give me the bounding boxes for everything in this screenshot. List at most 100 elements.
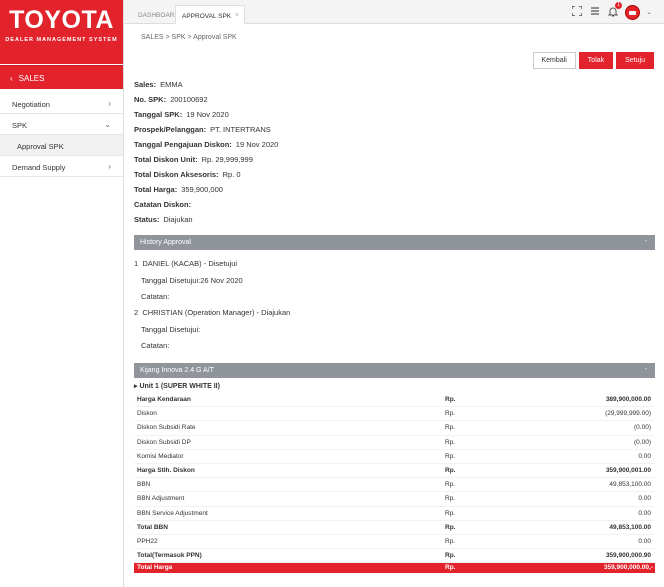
- table-row: Harga Stlh. Diskon Rp. 359,900,001.00: [134, 464, 655, 479]
- table-row: Total BBN Rp. 49,853,100.00: [134, 521, 655, 535]
- cell-text: Total Harga: [137, 564, 173, 572]
- cell-text: BBN Service Adjustment: [137, 509, 208, 517]
- cell-text: Total(Termasuk PPN): [137, 552, 202, 560]
- sidebar-item-negotiation[interactable]: Negotiation ›: [0, 93, 123, 114]
- chevron-left-icon: ‹: [10, 74, 13, 83]
- sidebar-item-label: Approval SPK: [17, 142, 64, 151]
- history-entry: 2 CHRISTIAN (Operation Manager) - Diajuk…: [134, 305, 290, 353]
- cell-text: Diajukan: [163, 215, 193, 224]
- sidebar-item-label: Demand Supply: [12, 163, 66, 172]
- cell-text: 0.00: [638, 495, 651, 503]
- table-row: PPH22 Rp. 0.00: [134, 535, 655, 550]
- notification-badge: 1: [615, 2, 623, 9]
- cell-text: Rp.: [445, 509, 456, 517]
- detail-row: Tanggal Pengajuan Diskon: 19 Nov 2020: [134, 137, 278, 152]
- approve-button[interactable]: Setuju: [616, 52, 654, 69]
- cell-text: DANIEL (KACAB) - Disetujui: [142, 259, 238, 268]
- cell-text: Rp.: [445, 424, 456, 432]
- cell-text: PPH22: [137, 537, 158, 545]
- sidebar: TOYOTA DEALER MANAGEMENT SYSTEM ‹ SALES N…: [0, 0, 124, 587]
- sidebar-item-approval-spk[interactable]: Approval SPK: [0, 135, 123, 156]
- cell-text: CHRISTIAN (Operation Manager) - Diajukan: [142, 308, 291, 317]
- cell-text: Rp.: [445, 564, 456, 572]
- cell-text: 0.00: [638, 452, 651, 460]
- table-row: Diskon Rp. (29,999,999.00): [134, 407, 655, 422]
- detail-row: No. SPK: 200100692: [134, 92, 278, 107]
- detail-row: Sales: EMMA: [134, 77, 278, 92]
- back-button[interactable]: Kembali: [532, 52, 576, 69]
- cell-text: Diskon: [137, 410, 157, 418]
- panel-title: History Approval: [140, 239, 191, 246]
- cell-text: Tanggal SPK:: [134, 110, 183, 119]
- user-avatar[interactable]: [625, 4, 641, 20]
- table-row: Diskon Subsidi Rate Rp. (0.00): [134, 421, 655, 436]
- cell-text: Rp. 29,999,999: [201, 155, 253, 164]
- cell-text: Rp.: [445, 481, 456, 489]
- cell-text: Rp. 0: [222, 170, 241, 179]
- cell-text: 389,900,000.00: [605, 396, 651, 403]
- history-approval-header[interactable]: History Approval -: [134, 235, 655, 250]
- panel-title: Kijang Innova 2.4 G A/T: [140, 367, 214, 374]
- menu-icon[interactable]: [589, 6, 601, 18]
- detail-row: Total Diskon Unit: Rp. 29,999,999: [134, 152, 278, 167]
- table-row: BBN Service Adjustment Rp. 0.00: [134, 507, 655, 521]
- table-row: Harga Kendaraan Rp. 389,900,000.00: [134, 393, 655, 408]
- cell-text: Rp.: [445, 523, 456, 531]
- spk-details: Sales: EMMA No. SPK: 200100692 Tanggal SPK…: [134, 77, 278, 227]
- sidebar-item-label: Negotiation: [12, 100, 50, 109]
- history-entry: 1 DANIEL (KACAB) - Disetujui Tanggal Dis…: [134, 256, 243, 304]
- cell-text: 0.00: [638, 537, 651, 545]
- cell-text: (29,999,999.00): [605, 410, 651, 418]
- collapse-icon[interactable]: -: [645, 238, 647, 245]
- table-row: BBN Adjustment Rp. 0.00: [134, 492, 655, 507]
- fullscreen-icon[interactable]: [571, 5, 583, 18]
- cell-text: Catatan:: [141, 341, 170, 350]
- cell-text: Rp.: [445, 495, 456, 503]
- cell-text: BBN Adjustment: [137, 495, 185, 503]
- chevron-down-icon[interactable]: ⌄: [646, 8, 652, 16]
- tab-label: APPROVAL SPK: [182, 13, 232, 20]
- detail-row: Catatan Diskon:: [134, 197, 278, 212]
- cell-text: Catatan:: [141, 292, 170, 301]
- table-row: Total(Termasuk PPN) Rp. 359,900,000.90: [134, 549, 655, 564]
- cell-text: Catatan Diskon:: [134, 200, 192, 209]
- close-icon[interactable]: ×: [235, 12, 239, 19]
- cell-text: Prospek/Pelanggan:: [134, 125, 207, 134]
- cell-text: (0.00): [634, 438, 651, 446]
- cell-text: Rp.: [445, 410, 456, 418]
- cell-text: Total BBN: [137, 523, 168, 531]
- unit-toggle[interactable]: ▸ Unit 1 (SUPER WHITE II): [134, 382, 220, 390]
- chevron-right-icon: ›: [108, 99, 111, 108]
- bell-icon[interactable]: 1: [607, 2, 623, 18]
- sidebar-section-sales[interactable]: ‹ SALES: [0, 65, 123, 89]
- sidebar-section-label: SALES: [18, 74, 45, 83]
- sidebar-item-spk[interactable]: SPK ⌄: [0, 114, 123, 135]
- cell-text: PT. INTERTRANS: [210, 125, 271, 134]
- top-icons: 1 ⌄: [571, 2, 652, 20]
- top-bar: DASHBOARD APPROVAL SPK × 1 ⌄: [124, 0, 664, 24]
- action-buttons: Kembali Tolak Setuju: [532, 52, 654, 69]
- tab-approval-spk[interactable]: APPROVAL SPK ×: [175, 5, 245, 24]
- main-content: SALES > SPK > Approval SPK Kembali Tolak…: [124, 25, 664, 587]
- cell-text: Tanggal Pengajuan Diskon:: [134, 140, 232, 149]
- detail-row: Total Diskon Aksesoris: Rp. 0: [134, 167, 278, 182]
- sidebar-item-demand-supply[interactable]: Demand Supply ›: [0, 156, 123, 177]
- cell-text: Tanggal Disetujui:26 Nov 2020: [141, 276, 243, 285]
- cell-text: BBN: [137, 481, 151, 489]
- cell-text: 359,900,000: [181, 185, 223, 194]
- toyota-logo: TOYOTA: [9, 6, 114, 34]
- cell-text: 200100692: [170, 95, 208, 104]
- cell-text: 0.00: [638, 509, 651, 517]
- collapse-icon[interactable]: -: [645, 366, 647, 373]
- cell-text: Rp.: [445, 466, 456, 474]
- cell-text: (0.00): [634, 424, 651, 432]
- cell-text: Harga Stlh. Diskon: [137, 466, 195, 474]
- detail-row: Prospek/Pelanggan: PT. INTERTRANS: [134, 122, 278, 137]
- cell-text: Harga Kendaraan: [137, 396, 191, 403]
- cell-text: Rp.: [445, 438, 456, 446]
- vehicle-panel-header[interactable]: Kijang Innova 2.4 G A/T -: [134, 363, 655, 378]
- cell-text: Status:: [134, 215, 160, 224]
- sidebar-item-label: SPK: [12, 121, 28, 130]
- cell-text: Rp.: [445, 537, 456, 545]
- reject-button[interactable]: Tolak: [578, 52, 614, 69]
